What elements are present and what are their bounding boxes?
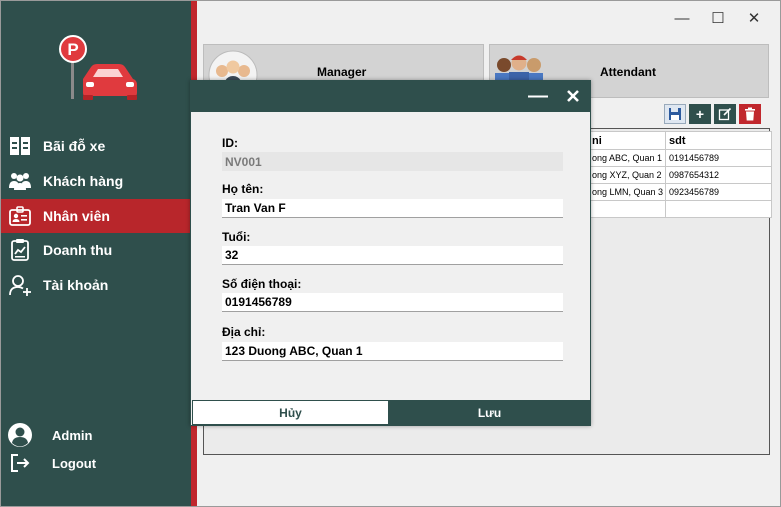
age-field[interactable] bbox=[222, 246, 563, 265]
maximize-button[interactable]: ☐ bbox=[700, 5, 736, 31]
app-window: P Bãi đỗ xe Khách hàng Nhân viên Doanh t… bbox=[0, 0, 781, 507]
employee-badge-icon bbox=[7, 203, 33, 229]
attendant-label: Attendant bbox=[600, 65, 656, 79]
manager-label: Manager bbox=[317, 65, 367, 79]
revenue-report-icon bbox=[7, 237, 33, 263]
sidebar-item-account[interactable]: Tài khoản bbox=[1, 268, 191, 302]
id-label: ID: bbox=[222, 136, 238, 150]
minimize-button[interactable]: — bbox=[664, 5, 700, 31]
user-name: Admin bbox=[52, 427, 93, 443]
logout-button[interactable]: Logout bbox=[1, 450, 191, 476]
address-field[interactable] bbox=[222, 342, 563, 361]
logout-icon bbox=[6, 450, 34, 476]
trash-icon bbox=[745, 107, 755, 121]
edit-button[interactable] bbox=[714, 104, 736, 124]
column-header-address[interactable]: ni bbox=[588, 131, 666, 150]
sidebar-item-customers[interactable]: Khách hàng bbox=[1, 164, 191, 198]
edit-icon bbox=[718, 107, 732, 121]
id-field bbox=[222, 152, 563, 171]
name-field[interactable] bbox=[222, 199, 563, 218]
svg-text:P: P bbox=[67, 40, 78, 59]
customers-icon bbox=[7, 168, 33, 194]
sidebar-item-staff[interactable]: Nhân viên bbox=[1, 199, 191, 233]
column-header-phone[interactable]: sdt bbox=[665, 131, 772, 150]
sidebar-item-label: Bãi đỗ xe bbox=[43, 138, 106, 154]
user-avatar-icon bbox=[6, 422, 34, 448]
table-row[interactable] bbox=[588, 200, 772, 218]
table-toolbar: + bbox=[664, 104, 761, 124]
table-row[interactable]: ong LMN, Quan 3 0923456789 bbox=[588, 183, 772, 201]
table-cell: ong XYZ, Quan 2 bbox=[588, 166, 666, 184]
sidebar-item-label: Tài khoản bbox=[43, 277, 109, 293]
table-cell: ong LMN, Quan 3 bbox=[588, 183, 666, 201]
table-cell bbox=[665, 200, 772, 218]
table-row[interactable]: ong ABC, Quan 1 0191456789 bbox=[588, 149, 772, 167]
logout-label: Logout bbox=[52, 455, 97, 471]
dialog-minimize-button[interactable]: — bbox=[527, 84, 549, 108]
sidebar-item-label: Doanh thu bbox=[43, 242, 113, 258]
add-button[interactable]: + bbox=[689, 104, 711, 124]
table-row[interactable]: ong XYZ, Quan 2 0987654312 bbox=[588, 166, 772, 184]
phone-field[interactable] bbox=[222, 293, 563, 312]
close-button[interactable]: ✕ bbox=[736, 5, 772, 31]
delete-button[interactable] bbox=[739, 104, 761, 124]
staff-table: ni sdt ong ABC, Quan 1 0191456789 ong XY… bbox=[588, 131, 772, 218]
parking-lot-icon bbox=[7, 133, 33, 159]
current-user: Admin bbox=[1, 422, 191, 448]
parking-logo-icon: P bbox=[59, 35, 137, 100]
dialog-header: — bbox=[191, 81, 590, 112]
window-controls: — ☐ ✕ bbox=[664, 5, 772, 31]
table-cell bbox=[588, 200, 666, 218]
edit-employee-dialog: — ID: Họ tên: Tuổi: Số điện thoại: Địa c… bbox=[190, 80, 591, 426]
sidebar-item-revenue[interactable]: Doanh thu bbox=[1, 233, 191, 267]
save-employee-button[interactable]: Lưu bbox=[389, 400, 590, 425]
address-label: Địa chỉ: bbox=[222, 325, 266, 339]
table-cell: 0191456789 bbox=[665, 149, 772, 167]
dialog-close-button[interactable] bbox=[562, 84, 584, 108]
floppy-disk-icon bbox=[669, 108, 681, 120]
name-label: Họ tên: bbox=[222, 182, 264, 196]
table-cell: 0987654312 bbox=[665, 166, 772, 184]
cancel-button[interactable]: Hủy bbox=[192, 400, 389, 425]
sidebar-item-label: Khách hàng bbox=[43, 173, 124, 189]
age-label: Tuổi: bbox=[222, 230, 251, 244]
sidebar-item-parking[interactable]: Bãi đỗ xe bbox=[1, 129, 191, 163]
add-user-icon bbox=[7, 272, 33, 298]
table-cell: ong ABC, Quan 1 bbox=[588, 149, 666, 167]
sidebar-item-label: Nhân viên bbox=[43, 208, 110, 224]
phone-label: Số điện thoại: bbox=[222, 277, 302, 291]
close-icon bbox=[567, 90, 579, 102]
sidebar: P Bãi đỗ xe Khách hàng Nhân viên Doanh t… bbox=[1, 1, 191, 506]
table-cell: 0923456789 bbox=[665, 183, 772, 201]
save-button[interactable] bbox=[664, 104, 686, 124]
